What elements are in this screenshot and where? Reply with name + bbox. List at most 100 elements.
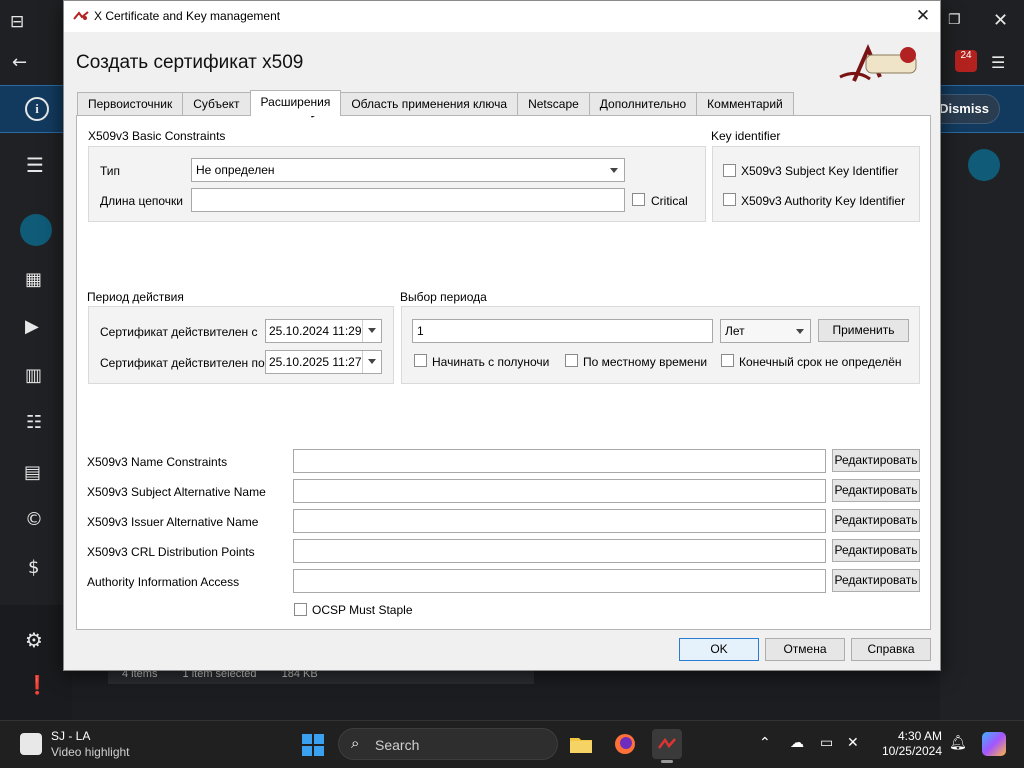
avatar[interactable] <box>20 214 52 246</box>
ok-button[interactable]: OK <box>679 638 759 661</box>
info-icon: i <box>25 97 49 121</box>
archive-icon[interactable]: ⊟ <box>10 12 24 32</box>
dollar-icon[interactable]: $ <box>28 557 39 578</box>
dialog-heading: Создать сертификат x509 <box>76 52 304 73</box>
validity-title: Период действия <box>87 290 184 304</box>
valid-from-date-input[interactable]: 25.10.2024 11:29 <box>265 319 382 343</box>
name-constraints-input[interactable] <box>293 449 826 473</box>
tab-key-usage[interactable]: Область применения ключа <box>340 92 519 116</box>
hamburger-menu-icon[interactable]: ☰ <box>991 53 1005 72</box>
background-sidebar-bottom: ⚙ ❗ <box>0 605 72 720</box>
notification-bell-icon[interactable]: 🔔︎ <box>949 735 967 751</box>
search-placeholder: Search <box>375 737 420 753</box>
background-right-pane <box>940 133 1024 720</box>
chart-icon[interactable]: ▥ <box>25 365 42 386</box>
tab-netscape[interactable]: Netscape <box>517 92 590 116</box>
subject-key-identifier-checkbox[interactable] <box>723 164 736 177</box>
crl-distribution-input[interactable] <box>293 539 826 563</box>
authority-info-access-input[interactable] <box>293 569 826 593</box>
firefox-icon[interactable] <box>610 729 640 759</box>
dialog-titlebar: X Certificate and Key management ✕ <box>64 1 940 32</box>
search-icon: ⌕ <box>351 734 360 752</box>
notification-badge[interactable]: 24 <box>955 50 977 72</box>
volume-icon[interactable]: ✕ <box>847 735 859 751</box>
path-length-input[interactable] <box>191 188 625 212</box>
cancel-button[interactable]: Отмена <box>765 638 845 661</box>
valid-to-dropdown-icon[interactable] <box>362 351 381 373</box>
xca-logo-icon <box>839 43 917 82</box>
valid-from-label: Сертификат действителен с <box>100 325 258 339</box>
critical-checkbox[interactable] <box>632 193 645 206</box>
key-identifier-group: X509v3 Subject Key Identifier X509v3 Aut… <box>712 146 920 222</box>
edit-subject-alt-name-button[interactable]: Редактировать <box>832 479 920 502</box>
comments-icon[interactable]: ☷ <box>26 412 42 433</box>
close-icon[interactable]: ✕ <box>993 10 1008 31</box>
period-amount-input[interactable]: 1 <box>412 319 713 343</box>
subject-alt-name-input[interactable] <box>293 479 826 503</box>
background-sidebar: ☰ ▦ ▶ ▥ ☷ ▤ © $ <box>0 133 72 605</box>
taskbar-search[interactable]: ⌕ Search <box>338 728 558 760</box>
back-arrow-icon[interactable]: ← <box>12 52 27 73</box>
display-icon[interactable]: ▭ <box>820 735 833 751</box>
edit-authority-info-access-button[interactable]: Редактировать <box>832 569 920 592</box>
sports-news-icon[interactable] <box>20 733 42 755</box>
copyright-icon[interactable]: © <box>25 509 43 530</box>
start-midnight-checkbox[interactable] <box>414 354 427 367</box>
edit-name-constraints-button[interactable]: Редактировать <box>832 449 920 472</box>
dialog-close-icon[interactable]: ✕ <box>912 5 934 27</box>
local-time-label: По местному времени <box>583 355 708 369</box>
tab-advanced[interactable]: Дополнительно <box>588 92 698 116</box>
key-identifier-title: Key identifier <box>711 129 781 143</box>
validity-group: Сертификат действителен с 25.10.2024 11:… <box>88 306 394 384</box>
period-group: 1 Лет Применить Начинать с полуночи По м… <box>401 306 920 384</box>
tab-extensions[interactable]: Расширения <box>249 90 342 116</box>
start-midnight-label: Начинать с полуночи <box>432 355 550 369</box>
path-length-label: Длина цепочки <box>100 194 183 208</box>
authority-info-access-label: Authority Information Access <box>87 575 240 589</box>
video-icon[interactable]: ▶ <box>25 316 39 337</box>
local-time-checkbox[interactable] <box>565 354 578 367</box>
avatar-small[interactable] <box>968 149 1000 181</box>
menu-icon[interactable]: ☰ <box>26 153 44 177</box>
valid-from-dropdown-icon[interactable] <box>362 320 381 342</box>
issuer-alt-name-input[interactable] <box>293 509 826 533</box>
active-app-indicator <box>661 760 673 763</box>
chevron-up-icon[interactable]: ⌃ <box>759 735 771 751</box>
start-windows-icon[interactable] <box>302 734 324 756</box>
edit-issuer-alt-name-button[interactable]: Редактировать <box>832 509 920 532</box>
network-icon[interactable]: ☁ <box>790 735 804 751</box>
clock[interactable]: 4:30 AM 10/25/2024 <box>874 729 942 759</box>
tab-comment[interactable]: Комментарий <box>696 92 794 116</box>
edit-crl-distribution-button[interactable]: Редактировать <box>832 539 920 562</box>
settings-gear-icon[interactable]: ⚙ <box>25 628 43 652</box>
subtitles-icon[interactable]: ▤ <box>24 462 41 483</box>
news-subtitle[interactable]: Video highlight <box>51 745 130 759</box>
window-title: X Certificate and Key management <box>94 9 281 23</box>
ocsp-must-staple-checkbox[interactable] <box>294 603 307 616</box>
subject-alt-name-label: X509v3 Subject Alternative Name <box>87 485 266 499</box>
file-explorer-icon[interactable] <box>566 729 596 759</box>
valid-to-date-input[interactable]: 25.10.2025 11:27 <box>265 350 382 374</box>
news-title[interactable]: SJ - LA <box>51 729 90 743</box>
authority-key-identifier-checkbox[interactable] <box>723 193 736 206</box>
type-label: Тип <box>100 164 121 178</box>
basic-constraints-group: Тип Не определен Длина цепочки Critical <box>88 146 706 222</box>
critical-label: Critical <box>651 194 688 208</box>
copilot-icon[interactable] <box>982 732 1006 756</box>
tab-subject[interactable]: Субъект <box>182 92 251 116</box>
type-select[interactable]: Не определен <box>191 158 625 182</box>
xca-taskbar-icon[interactable] <box>652 729 682 763</box>
tab-source[interactable]: Первоисточник <box>77 92 184 116</box>
clock-date: 10/25/2024 <box>881 744 942 758</box>
no-end-date-checkbox[interactable] <box>721 354 734 367</box>
feedback-icon[interactable]: ❗ <box>26 675 48 696</box>
period-unit-select[interactable]: Лет <box>720 319 811 343</box>
valid-to-date-value: 25.10.2025 11:27 <box>269 355 362 369</box>
period-title: Выбор периода <box>400 290 487 304</box>
apply-period-button[interactable]: Применить <box>818 319 909 342</box>
dashboard-icon[interactable]: ▦ <box>25 269 42 290</box>
no-end-date-label: Конечный срок не определён <box>739 355 902 369</box>
help-button[interactable]: Справка <box>851 638 931 661</box>
authority-key-identifier-label: X509v3 Authority Key Identifier <box>741 194 906 208</box>
restore-icon[interactable]: ❐ <box>948 12 961 28</box>
